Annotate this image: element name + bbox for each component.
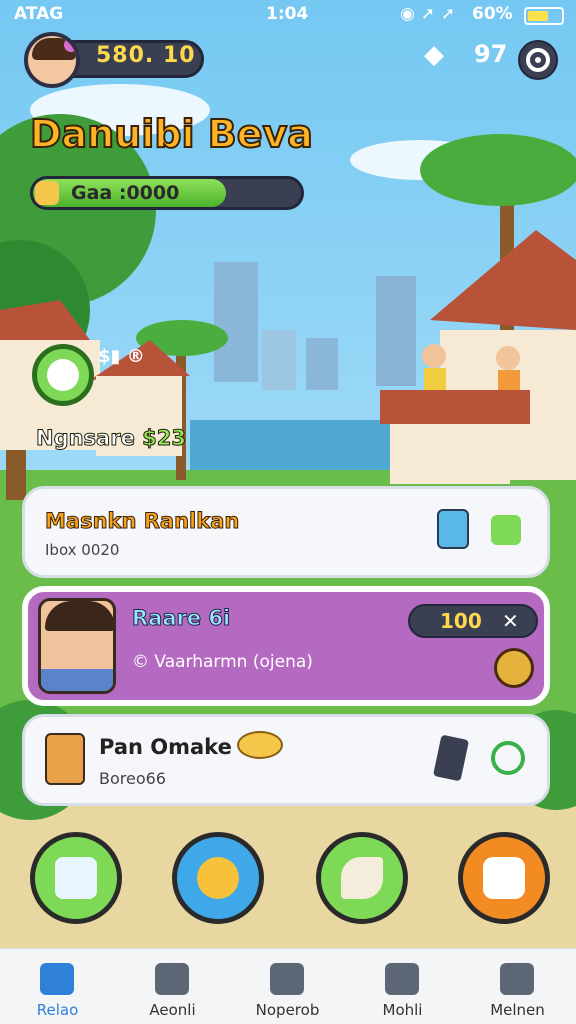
tab-label: Mohli (382, 1001, 423, 1019)
tool-icon[interactable] (494, 648, 534, 688)
tab-home[interactable]: Relao (0, 949, 115, 1024)
reward-value: 100 (440, 609, 482, 633)
quest-card-1[interactable]: Masnkn Ranlkan Ibox 0020 (22, 486, 550, 578)
tab-label: Noperob (255, 1001, 320, 1019)
cards-icon (45, 733, 85, 785)
card-title: Raare 6i (131, 606, 231, 631)
tab-center[interactable]: Noperob (230, 949, 345, 1024)
coin-box-icon (35, 181, 59, 205)
battery-percent: 60% (472, 4, 513, 24)
coins-icon (237, 731, 283, 759)
village-title: Danuibi Beva (29, 111, 314, 157)
compass-orb-button[interactable] (32, 344, 94, 406)
status-bar: ATAG 1:04 ◉ ➚ ➚ 60% (0, 0, 576, 30)
tab-profile[interactable]: Melnen (460, 949, 575, 1024)
tab-label: Melnen (490, 1001, 545, 1019)
quest-card-3[interactable]: Pan Omake Boreo66 (22, 714, 550, 806)
tab-chat[interactable]: Aeonli (115, 949, 230, 1024)
game-screen: ATAG 1:04 ◉ ➚ ➚ 60% 580. 10 ◆ 97 Danuibi… (0, 0, 576, 1024)
card-subtitle: Boreo66 (99, 769, 166, 788)
multiplier-icon: ✕ (502, 609, 519, 633)
player-avatar[interactable] (24, 32, 80, 88)
bone-button[interactable] (316, 832, 408, 924)
experience-progress-bar: Gaa :0000 (30, 176, 304, 210)
bonus-text: Ngnsare (36, 426, 136, 451)
dice-button[interactable] (458, 832, 550, 924)
clock-label: 1:04 (266, 4, 309, 24)
character-portrait (38, 598, 116, 694)
chart-icon (55, 857, 97, 899)
bonus-amount: $23 (142, 426, 187, 451)
gem-icon (64, 38, 76, 52)
refresh-icon[interactable] (491, 741, 525, 775)
profile-icon (500, 963, 534, 995)
currency-amount: 580. 10 (96, 43, 196, 68)
dice-icon (483, 857, 525, 899)
house-icon (385, 963, 419, 995)
tab-label: Aeonli (149, 1001, 196, 1019)
settings-button[interactable] (518, 40, 558, 80)
carrier-label: ATAG (14, 4, 64, 24)
card-subtitle: Ibox 0020 (45, 541, 120, 559)
home-icon (40, 963, 74, 995)
bonus-label: Ngnsare $23 (36, 426, 187, 451)
reward-pill[interactable]: 100 ✕ (408, 604, 538, 638)
character-button[interactable] (172, 832, 264, 924)
portrait-shirt (41, 669, 113, 691)
chat-icon (155, 963, 189, 995)
device-icon[interactable] (432, 734, 470, 782)
character-icon (197, 857, 239, 899)
bone-icon (341, 857, 383, 899)
tab-house[interactable]: Mohli (345, 949, 460, 1024)
battery-icon (524, 7, 564, 25)
compass-icon (47, 359, 79, 391)
gear-icon (526, 48, 550, 72)
progress-label: Gaa :0000 (71, 182, 180, 204)
flower-icon (270, 963, 304, 995)
cube-icon[interactable]: ◆ (424, 40, 444, 70)
chart-button[interactable] (30, 832, 122, 924)
orb-side-badges: $▮ ® (98, 346, 145, 367)
card-title: Pan Omake (99, 735, 232, 759)
card-subtitle: © Vaarharmn (ojena) (132, 652, 313, 672)
card-title: Masnkn Ranlkan (44, 509, 240, 534)
hand-icon[interactable] (491, 515, 521, 545)
status-icons: ◉ ➚ ➚ (400, 4, 456, 24)
bottom-tab-bar: Relao Aeonli Noperob Mohli Melnen (0, 948, 576, 1024)
player-currency-pill[interactable]: 580. 10 (24, 32, 206, 88)
portrait-hair (45, 601, 113, 631)
top-right-counter: 97 (474, 40, 508, 68)
bag-icon[interactable] (437, 509, 469, 549)
quest-card-2-featured[interactable]: Raare 6i © Vaarharmn (ojena) 100 ✕ (22, 586, 550, 706)
tab-label: Relao (36, 1001, 79, 1019)
